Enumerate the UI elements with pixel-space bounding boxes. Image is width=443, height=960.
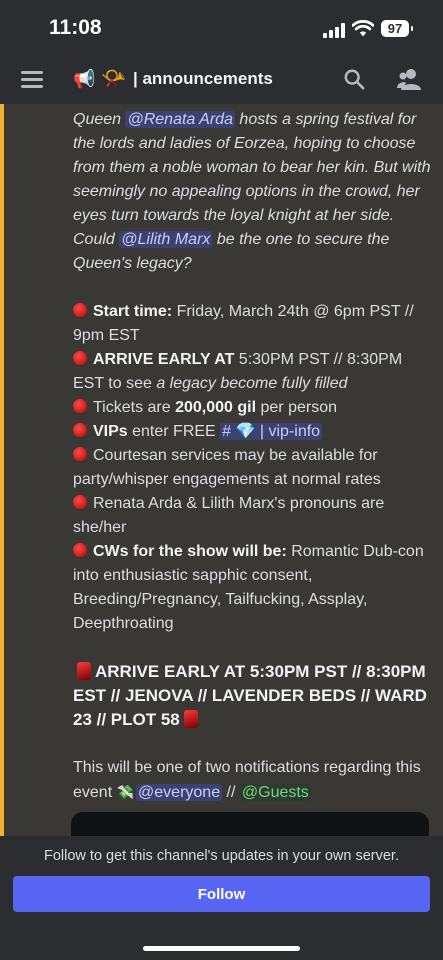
media-embed[interactable] (71, 812, 429, 836)
mention-renata-arda[interactable]: @Renata Arda (125, 111, 235, 128)
notification-footer-line: This will be one of two notifications re… (73, 756, 435, 805)
tickets-line: Tickets are 200,000 gil per person (73, 396, 435, 420)
red-bullet-icon (73, 303, 87, 317)
home-indicator[interactable] (143, 946, 300, 951)
vips-line: VIPs enter FREE # 💎 | vip-info (73, 420, 435, 444)
search-icon[interactable] (343, 68, 365, 90)
red-bullet-icon (73, 495, 87, 509)
message-list[interactable]: Queen @Renata Arda hosts a spring festiv… (0, 104, 443, 836)
content-warnings-line: CWs for the show will be: Romantic Dub-c… (73, 543, 424, 632)
red-bullet-icon (73, 423, 87, 437)
red-bullet-icon (73, 351, 87, 365)
wifi-icon (352, 20, 374, 37)
battery-icon: 97 (381, 20, 413, 37)
arrive-early-banner: ARRIVE EARLY AT 5:30PM PST // 8:30PM EST… (73, 662, 427, 729)
money-emoji: 💸 (116, 784, 135, 800)
red-bullet-icon (73, 399, 87, 413)
channel-title[interactable]: | announcements (133, 69, 273, 89)
intro-paragraph: Queen @Renata Arda hosts a spring festiv… (73, 111, 431, 272)
courtesan-line: Courtesan services may be available for … (73, 447, 381, 488)
red-bullet-icon (73, 543, 87, 557)
members-icon[interactable] (397, 68, 421, 90)
channel-emoji: 📯 (101, 68, 126, 90)
cellular-signal-icon (323, 22, 345, 38)
menu-icon[interactable] (21, 71, 43, 89)
announcement-message: Queen @Renata Arda hosts a spring festiv… (73, 108, 435, 805)
vip-info-channel-link[interactable]: # 💎 | vip-info (220, 423, 323, 440)
status-time: 11:08 (49, 16, 102, 39)
follow-bar: Follow to get this channel's updates in … (0, 836, 443, 960)
megaphone-icon: 📢 (73, 69, 96, 89)
status-bar: 11:08 97 (0, 0, 443, 58)
start-time-line: Start time: Friday, March 24th @ 6pm PST… (73, 303, 414, 344)
channel-header: 📢 📯 | announcements (0, 58, 443, 105)
mention-everyone[interactable]: @everyone (136, 784, 223, 801)
mention-lilith-marx[interactable]: @Lilith Marx (119, 231, 213, 248)
red-gem-icon (77, 662, 91, 680)
follow-button[interactable]: Follow (13, 876, 430, 912)
red-bullet-icon (73, 447, 87, 461)
follow-prompt-text: Follow to get this channel's updates in … (44, 848, 399, 864)
arrive-early-line: ARRIVE EARLY AT 5:30PM PST // 8:30PM EST… (73, 351, 403, 392)
red-gem-icon (183, 710, 198, 728)
pronouns-line: Renata Arda & Lilith Marx's pronouns are… (73, 495, 385, 536)
mention-guests[interactable]: @Guests (239, 784, 311, 801)
